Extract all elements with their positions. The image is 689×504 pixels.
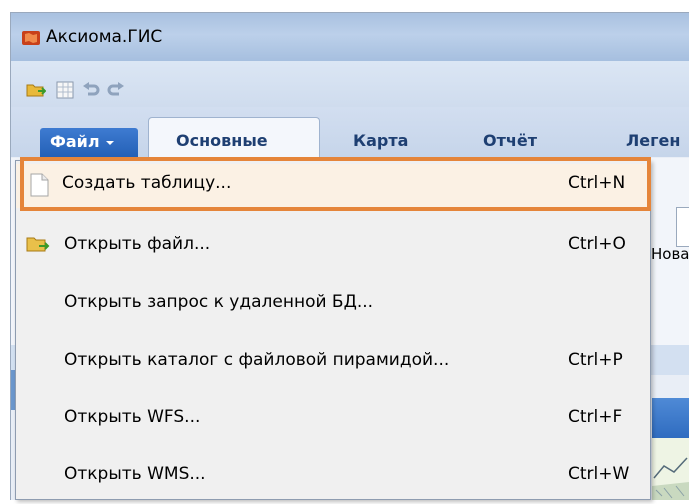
- selection-highlight-frame: [20, 157, 651, 211]
- tab-legend[interactable]: Леген: [626, 131, 680, 150]
- map-window-header: [652, 398, 689, 438]
- undo-icon[interactable]: [81, 80, 101, 100]
- menu-item-open-pyramid-catalog[interactable]: Открыть каталог с файловой пирамидой... …: [16, 339, 650, 383]
- menu-item-shortcut: Ctrl+W: [568, 464, 630, 484]
- menu-item-open-wms[interactable]: Открыть WMS... Ctrl+W: [16, 453, 650, 497]
- chevron-down-icon: [105, 141, 114, 145]
- ribbon-new-button[interactable]: [676, 207, 689, 247]
- menu-item-shortcut: Ctrl+P: [568, 350, 623, 370]
- redo-icon[interactable]: [106, 80, 126, 100]
- open-folder-icon[interactable]: [26, 80, 47, 100]
- file-menu: [15, 160, 651, 500]
- tab-file[interactable]: Файл: [40, 128, 138, 158]
- table-grid-icon[interactable]: [55, 80, 75, 100]
- menu-item-shortcut: Ctrl+O: [568, 234, 626, 254]
- menu-item-open-file[interactable]: Открыть файл... Ctrl+O: [16, 223, 650, 267]
- menu-item-open-wfs[interactable]: Открыть WFS... Ctrl+F: [16, 396, 650, 440]
- menu-item-label: Открыть WMS...: [64, 464, 206, 484]
- ribbon-new-button-label: Нова: [651, 245, 689, 263]
- tab-file-label: Файл: [50, 132, 100, 151]
- tab-main[interactable]: Основные: [176, 131, 268, 150]
- map-canvas[interactable]: [652, 438, 689, 500]
- open-folder-icon: [26, 232, 50, 256]
- menu-item-label: Открыть каталог с файловой пирамидой...: [64, 350, 450, 370]
- menu-item-label: Открыть WFS...: [64, 407, 201, 427]
- tab-map[interactable]: Карта: [353, 131, 408, 150]
- app-logo-icon: [22, 30, 40, 46]
- tab-report[interactable]: Отчёт: [483, 131, 537, 150]
- menu-item-open-remote-db-query[interactable]: Открыть запрос к удаленной БД...: [16, 281, 650, 325]
- window-title: Аксиома.ГИС: [46, 27, 163, 47]
- menu-item-label: Открыть запрос к удаленной БД...: [64, 292, 374, 312]
- menu-item-shortcut: Ctrl+F: [568, 407, 623, 427]
- menu-item-label: Открыть файл...: [64, 234, 211, 254]
